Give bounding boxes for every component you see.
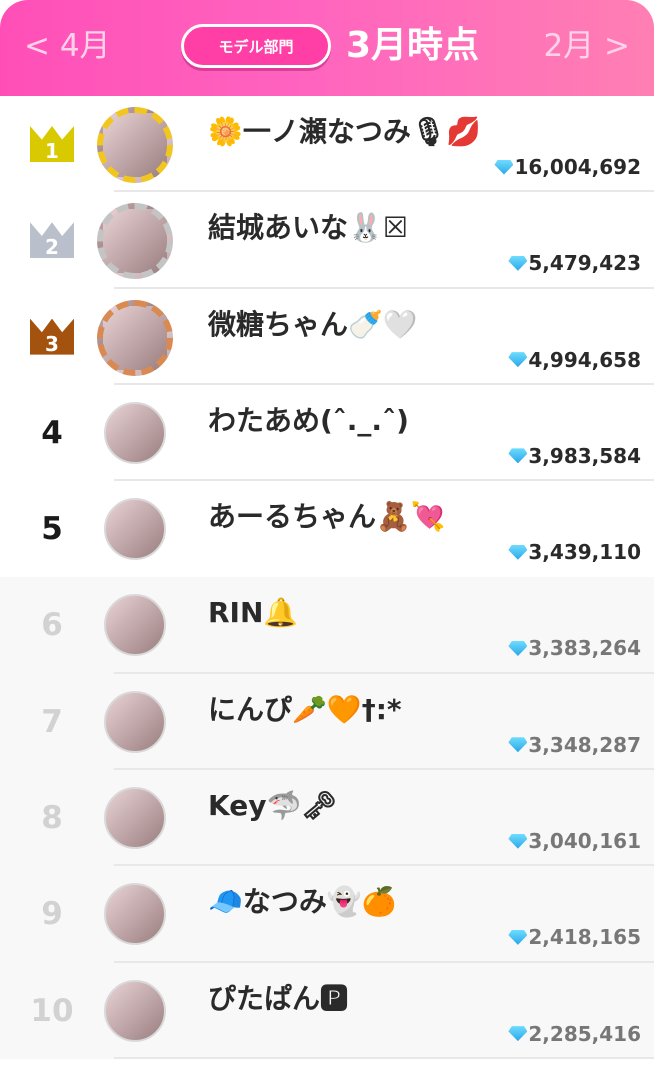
- user-name: 🧢なつみ👻🍊: [208, 885, 397, 919]
- ranking-list: 1 🌼一ノ瀬なつみ🎙💋 16,004,692 2 結城あいな🐰☒ 5,479,4…: [0, 96, 654, 1059]
- department-selector[interactable]: モデル部門: [181, 24, 331, 68]
- avatar[interactable]: [104, 690, 166, 753]
- diamond-icon: [508, 640, 528, 656]
- score: 2,418,165: [508, 924, 641, 950]
- diamond-icon: [508, 544, 528, 560]
- score-value: 5,479,423: [528, 251, 641, 276]
- avatar[interactable]: [104, 401, 166, 464]
- user-name: Key🦈🗝: [208, 789, 337, 823]
- rank-number: 9: [41, 896, 63, 933]
- ranking-row[interactable]: 8 Key🦈🗝 3,040,161: [0, 770, 654, 867]
- score: 3,040,161: [508, 828, 641, 854]
- ranking-row[interactable]: 3 微糖ちゃん🍼🤍 4,994,658: [0, 289, 654, 385]
- score: 3,439,110: [508, 539, 641, 565]
- ranking-row[interactable]: 6 RIN🔔 3,383,264: [0, 577, 654, 674]
- score: 3,983,584: [508, 443, 641, 469]
- diamond-icon: [508, 737, 528, 753]
- score-value: 3,383,264: [528, 636, 641, 661]
- avatar[interactable]: [104, 883, 166, 946]
- ranking-row[interactable]: 7 にんぴ🥕🧡†:* 3,348,287: [0, 673, 654, 771]
- score-value: 3,348,287: [528, 732, 641, 757]
- diamond-icon: [508, 929, 528, 945]
- user-name: 結城あいな🐰☒: [208, 211, 408, 245]
- score-value: 2,418,165: [528, 925, 641, 950]
- diamond-icon: [508, 448, 528, 464]
- rank-number: 7: [41, 703, 63, 740]
- user-name: にんぴ🥕🧡†:*: [208, 692, 402, 726]
- score-value: 3,983,584: [528, 443, 641, 468]
- rank-number: 2: [45, 235, 59, 260]
- ranking-row[interactable]: 1 🌼一ノ瀬なつみ🎙💋 16,004,692: [0, 96, 654, 193]
- bronze-crown-icon: 3: [30, 318, 74, 356]
- user-name: あーるちゃん🧸💘: [208, 500, 446, 534]
- score-value: 16,004,692: [514, 155, 641, 179]
- user-name: ぴたぱん🅿: [208, 981, 349, 1015]
- score-value: 3,040,161: [528, 829, 641, 854]
- ranking-row[interactable]: 4 わたあめ(ˆ._.ˆ) 3,983,584: [0, 385, 654, 482]
- score-value: 3,439,110: [528, 540, 641, 565]
- avatar[interactable]: [104, 594, 166, 657]
- diamond-icon: [508, 255, 528, 271]
- gold-crown-icon: 1: [30, 126, 74, 163]
- score: 3,383,264: [508, 635, 641, 661]
- score: 3,348,287: [508, 732, 641, 758]
- diamond-icon: [508, 352, 528, 368]
- ranking-row[interactable]: 2 結城あいな🐰☒ 5,479,423: [0, 192, 654, 289]
- rank-number: 3: [45, 331, 59, 356]
- rank-number: 8: [41, 800, 63, 837]
- diamond-icon: [494, 159, 514, 175]
- silver-crown-icon: 2: [30, 222, 74, 260]
- period-title: 3月時点: [346, 25, 480, 66]
- score: 16,004,692: [494, 154, 641, 180]
- rank-number: 4: [41, 414, 63, 451]
- avatar[interactable]: [104, 979, 166, 1042]
- ranking-header: < 4月 モデル部門 3月時点 2月 >: [0, 0, 654, 96]
- rank-number: 6: [41, 607, 63, 644]
- diamond-icon: [508, 833, 528, 849]
- score-value: 4,994,658: [528, 347, 641, 372]
- ranking-row[interactable]: 5 あーるちゃん🧸💘 3,439,110: [0, 481, 654, 577]
- avatar[interactable]: [97, 203, 173, 280]
- avatar[interactable]: [104, 498, 166, 561]
- ranking-row[interactable]: 9 🧢なつみ👻🍊 2,418,165: [0, 866, 654, 963]
- avatar[interactable]: [104, 787, 166, 850]
- prev-month-button[interactable]: < 4月: [24, 26, 111, 66]
- diamond-icon: [508, 1026, 528, 1042]
- avatar[interactable]: [97, 299, 173, 376]
- user-name: 微糖ちゃん🍼🤍: [208, 307, 418, 341]
- score: 2,285,416: [508, 1021, 641, 1047]
- user-name: RIN🔔: [208, 596, 299, 630]
- ranking-row[interactable]: 10 ぴたぱん🅿 2,285,416: [0, 962, 654, 1059]
- divider: [114, 1056, 654, 1059]
- user-name: わたあめ(ˆ._.ˆ): [208, 403, 409, 437]
- rank-number: 5: [41, 511, 63, 548]
- rank-number: 1: [45, 139, 59, 163]
- user-name: 🌼一ノ瀬なつみ🎙💋: [208, 115, 482, 148]
- rank-number: 10: [30, 992, 74, 1029]
- next-month-button[interactable]: 2月 >: [543, 26, 630, 66]
- score-value: 2,285,416: [528, 1021, 641, 1046]
- ranking-card: < 4月 モデル部門 3月時点 2月 > 1 🌼一ノ瀬なつみ🎙💋 16,004,…: [0, 0, 654, 1088]
- score: 5,479,423: [508, 250, 641, 276]
- score: 4,994,658: [508, 347, 641, 373]
- avatar[interactable]: [97, 107, 173, 183]
